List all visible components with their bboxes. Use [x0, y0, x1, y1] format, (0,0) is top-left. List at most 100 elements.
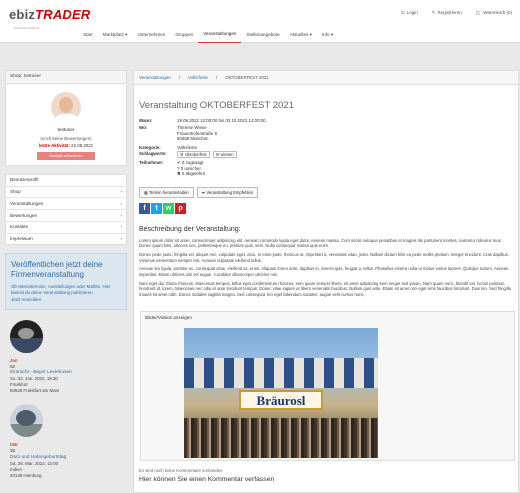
question-icon: ? — [177, 165, 180, 171]
description-paragraph: Aenean leo ligula, porttitor eu, consequ… — [139, 266, 509, 278]
breadcrumb-separator: / — [178, 75, 180, 80]
chevron-right-icon: › — [120, 224, 122, 230]
event-photo[interactable]: Bräurosl — [184, 328, 378, 458]
breadcrumb-separator: / — [216, 75, 218, 80]
calendar-icon: ▦ — [144, 190, 148, 195]
when-label: Wann: — [139, 118, 153, 123]
last-activity-label: letzte Aktivität: — [38, 143, 70, 149]
category-value: Volksfeste — [177, 145, 198, 150]
logo-subtext: www.ebiz-trader.de — [14, 26, 40, 30]
main-content: Veranstaltungen / Volksfeste / OKTOBERFE… — [133, 70, 519, 493]
sidebar-item-benutzerprofil[interactable]: Benutzerprofil — [6, 175, 126, 186]
tags-row: Schlagworte: ⚙ Oktoberfest ⚙ wiesen — [139, 151, 237, 159]
where-row: Wo: Therese Wiese Frauenhoferstraße 6 80… — [139, 125, 217, 141]
nav-aktuelles[interactable]: Aktuelles ▾ — [285, 26, 317, 43]
facebook-icon[interactable]: f — [139, 203, 150, 214]
event-day: 02 — [10, 363, 16, 369]
tag-label: Oktoberfest — [184, 152, 207, 157]
recommend-button[interactable]: ➦ Veranstaltung Empfehlen — [196, 187, 259, 199]
pinterest-icon[interactable]: p — [175, 203, 186, 214]
avatar[interactable] — [51, 91, 81, 122]
description-paragraph: Lorem ipsum dolor sit amet, consectetuer… — [139, 237, 502, 249]
tag-icon: ⚙ — [215, 152, 220, 157]
event-card: Mär 26 Dom und Hafengeburtstag Sa, 26. M… — [5, 404, 127, 478]
participants-yes-label: 0 zugesagt — [181, 160, 204, 165]
nav-unternehmen[interactable]: Unternehmen — [132, 26, 170, 43]
sidebar-item-label: Impressum — [10, 236, 33, 242]
category-label: Kategorie: — [139, 145, 161, 150]
sidebar-item-label: Kontakte — [10, 224, 29, 230]
profile-box: Shop: testuser testuser (noch keine Bewe… — [5, 70, 127, 166]
when-value: 19.09.2022 12:00:00 bis 03.10.2022 12:00… — [177, 118, 266, 123]
event-image[interactable] — [10, 319, 43, 353]
tag-icon: ⚙ — [180, 152, 184, 157]
promo-link[interactable]: Jetzt Anmelden — [11, 297, 121, 303]
description-heading: Beschreibung der Veranstaltung: — [139, 226, 241, 233]
register-link[interactable]: ✎ Registrieren — [432, 10, 462, 16]
login-link[interactable]: ⏻ Login — [401, 10, 418, 16]
breadcrumb: Veranstaltungen / Volksfeste / OKTOBERFE… — [134, 71, 518, 85]
tag-oktoberfest[interactable]: ⚙ Oktoberfest — [177, 151, 210, 159]
user-name: testuser — [57, 127, 75, 133]
register-icon: ✎ — [431, 10, 436, 15]
tent-sign: Bräurosl — [239, 390, 323, 410]
check-icon: ✔ — [177, 160, 181, 165]
share-arrow-icon: ➦ — [201, 190, 206, 195]
nav-gruppen[interactable]: Gruppen — [170, 26, 198, 43]
no-comments-text: Es sind noch keine Kommentare vorhanden. — [139, 468, 224, 473]
main-nav: Start Marktplatz ▾ Unternehmen Gruppen V… — [78, 26, 338, 43]
breadcrumb-volksfeste[interactable]: Volksfeste — [188, 75, 208, 80]
cart-link[interactable]: 🛒 Warenkorb (0) — [476, 10, 512, 16]
sidebar-item-bewertungen[interactable]: Bewertungen › — [6, 209, 126, 221]
gallery: Bilder/Videos anzeigen Bräurosl — [140, 311, 515, 461]
nav-veranstaltungen[interactable]: Veranstaltungen — [198, 26, 242, 43]
tag-wiesen[interactable]: ⚙ wiesen — [212, 151, 237, 159]
breadcrumb-current: OKTOBERFEST 2021 — [225, 75, 269, 80]
profile-card: testuser (noch keine Bewertungen) letzte… — [6, 84, 126, 165]
participants-no: ✖ 0 abgelehnt — [177, 171, 205, 177]
breadcrumb-veranstaltungen[interactable]: Veranstaltungen — [139, 75, 171, 80]
nav-marktplatz[interactable]: Marktplatz ▾ — [98, 26, 133, 43]
participants-maybe-label: 0 unsicher — [180, 165, 201, 171]
chevron-right-icon: › — [120, 236, 122, 242]
nav-info[interactable]: Info ▾ — [317, 26, 338, 43]
sidebar-item-label: Veranstaltungen — [10, 200, 44, 206]
event-address: 20148 Hamburg — [10, 472, 42, 478]
register-label: Registrieren — [437, 10, 462, 15]
sidebar-item-kontakte[interactable]: Kontakte › — [6, 220, 126, 233]
sidebar-item-shop[interactable]: Shop › — [6, 185, 126, 198]
nav-start[interactable]: Start — [78, 26, 98, 43]
contact-button[interactable]: Kontakt aufnehmen — [37, 151, 95, 160]
close-icon: ✖ — [177, 171, 181, 176]
nav-stellenangebote[interactable]: Stellenangebote — [241, 26, 284, 43]
sidebar-item-veranstaltungen[interactable]: Veranstaltungen › — [6, 197, 126, 209]
sidebar: Shop: testuser testuser (noch keine Bewe… — [5, 70, 127, 488]
sidebar-item-impressum[interactable]: Impressum › — [6, 232, 126, 245]
twitter-icon[interactable]: t — [151, 203, 162, 214]
page: ebizTRADER www.ebiz-trader.de ⏻ Login ✎ Re… — [0, 0, 520, 493]
tag-label: wiesen — [220, 152, 234, 157]
description: Beschreibung der Veranstaltung: Lorem ip… — [139, 226, 515, 301]
top-links: ⏻ Login ✎ Registrieren 🛒 Warenkorb (0) — [401, 10, 512, 16]
whatsapp-icon[interactable]: w — [163, 203, 174, 214]
ratings-text: (noch keine Bewertungen) — [40, 135, 92, 141]
sidebar-item-label: Benutzerprofil — [10, 177, 39, 183]
cart-icon: 🛒 — [475, 10, 482, 15]
site-header: ebizTRADER www.ebiz-trader.de ⏻ Login ✎ Re… — [0, 0, 520, 43]
category-row: Kategorie: Volksfeste — [139, 145, 197, 151]
logo-main-text: ebiz — [9, 7, 36, 22]
power-icon: ⏻ — [401, 10, 405, 15]
participants-label: Teilnehmer: — [139, 160, 164, 165]
gallery-title[interactable]: Bilder/Videos anzeigen — [141, 312, 514, 324]
chevron-right-icon: › — [120, 212, 122, 218]
share-icons: f t w p — [139, 203, 186, 214]
participants-row: Teilnehmer: ✔ 0 zugesagt ? 0 unsicher ✖ … — [139, 160, 205, 176]
site-logo[interactable]: ebizTRADER www.ebiz-trader.de — [6, 5, 90, 35]
when-row: Wann: 19.09.2022 12:00:00 bis 03.10.2022 … — [139, 118, 266, 124]
last-activity-value: 22.09.2021 — [71, 143, 94, 149]
download-calendar-button[interactable]: ▦ Termin herunterladen — [139, 187, 194, 199]
cart-label: Warenkorb (0) — [483, 10, 512, 15]
crowd — [184, 418, 378, 458]
event-image[interactable] — [10, 404, 43, 438]
shop-title: Shop: testuser — [6, 71, 126, 84]
